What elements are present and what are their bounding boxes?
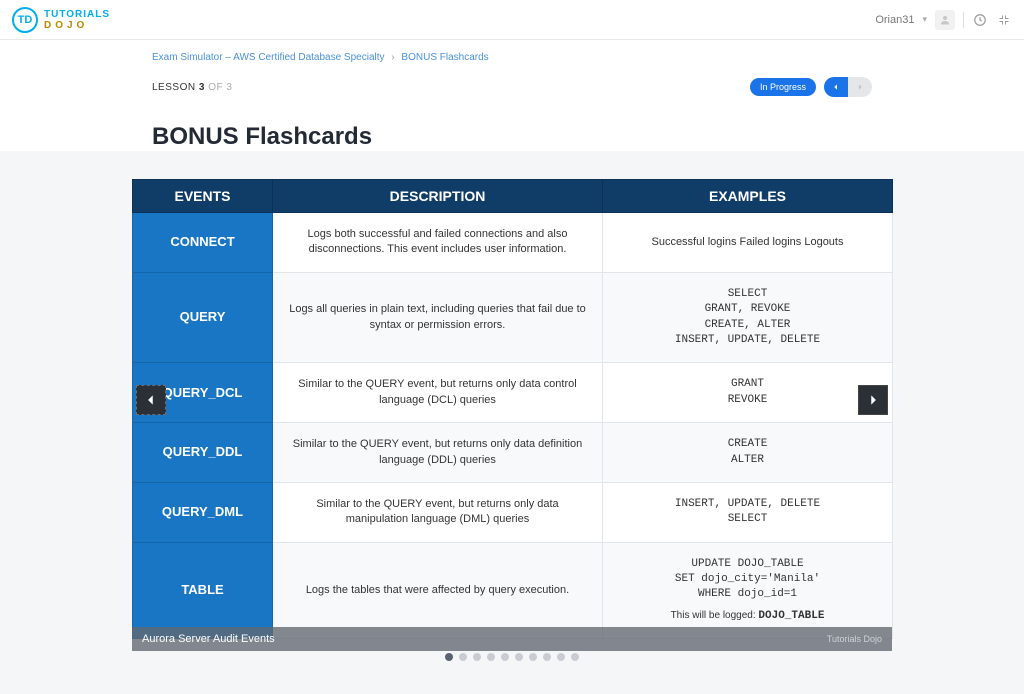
table-row: QUERY_DDLSimilar to the QUERY event, but… xyxy=(133,423,893,483)
event-examples: GRANT REVOKE xyxy=(603,363,893,423)
table-row: QUERY_DCLSimilar to the QUERY event, but… xyxy=(133,363,893,423)
carousel-dot[interactable] xyxy=(459,653,467,661)
breadcrumb-parent[interactable]: Exam Simulator – AWS Certified Database … xyxy=(152,52,385,63)
event-description: Logs the tables that were affected by qu… xyxy=(273,542,603,639)
history-icon[interactable] xyxy=(972,12,988,28)
event-description: Similar to the QUERY event, but returns … xyxy=(273,423,603,483)
chevron-down-icon[interactable]: ▾ xyxy=(922,14,927,25)
carousel-prev-button[interactable] xyxy=(136,385,166,415)
page-title: BONUS Flashcards xyxy=(152,123,872,151)
event-description: Similar to the QUERY event, but returns … xyxy=(273,363,603,423)
col-examples: EXAMPLES xyxy=(603,180,893,213)
carousel-dot[interactable] xyxy=(501,653,509,661)
event-examples: CREATE ALTER xyxy=(603,423,893,483)
lesson-nav xyxy=(824,77,872,97)
event-examples: UPDATE DOJO_TABLE SET dojo_city='Manila'… xyxy=(603,542,893,639)
table-row: TABLELogs the tables that were affected … xyxy=(133,542,893,639)
col-events: EVENTS xyxy=(133,180,273,213)
brand-logo[interactable]: TD TUTORIALS DOJO xyxy=(12,7,110,33)
table-row: CONNECTLogs both successful and failed c… xyxy=(133,213,893,273)
flashcard-caption: Aurora Server Audit Events Tutorials Doj… xyxy=(132,627,892,651)
event-description: Similar to the QUERY event, but returns … xyxy=(273,482,603,542)
events-table: EVENTS DESCRIPTION EXAMPLES CONNECTLogs … xyxy=(132,179,893,639)
event-name: QUERY_DDL xyxy=(133,423,273,483)
next-lesson-button xyxy=(848,77,872,97)
carousel-dot[interactable] xyxy=(473,653,481,661)
carousel-dot[interactable] xyxy=(557,653,565,661)
divider xyxy=(963,12,964,28)
logo-initials: TD xyxy=(12,7,38,33)
prev-lesson-button[interactable] xyxy=(824,77,848,97)
carousel-dot[interactable] xyxy=(529,653,537,661)
event-name: QUERY_DML xyxy=(133,482,273,542)
event-examples: INSERT, UPDATE, DELETE SELECT xyxy=(603,482,893,542)
carousel-dot[interactable] xyxy=(487,653,495,661)
lesson-indicator: LESSON 3 OF 3 xyxy=(152,82,232,93)
event-name: QUERY xyxy=(133,272,273,363)
logo-line1: TUTORIALS xyxy=(44,9,110,20)
breadcrumb-current[interactable]: BONUS Flashcards xyxy=(401,52,488,63)
carousel-dot[interactable] xyxy=(445,653,453,661)
flashcard: EVENTS DESCRIPTION EXAMPLES CONNECTLogs … xyxy=(132,179,892,691)
carousel-dot[interactable] xyxy=(543,653,551,661)
table-row: QUERY_DMLSimilar to the QUERY event, but… xyxy=(133,482,893,542)
avatar[interactable] xyxy=(935,10,955,30)
breadcrumb: Exam Simulator – AWS Certified Database … xyxy=(152,40,872,67)
carousel-next-button[interactable] xyxy=(858,385,888,415)
shrink-icon[interactable] xyxy=(996,12,1012,28)
event-name: TABLE xyxy=(133,542,273,639)
event-examples: Successful logins Failed logins Logouts xyxy=(603,213,893,273)
carousel-dot[interactable] xyxy=(571,653,579,661)
event-description: Logs both successful and failed connecti… xyxy=(273,213,603,273)
event-name: CONNECT xyxy=(133,213,273,273)
table-row: QUERYLogs all queries in plain text, inc… xyxy=(133,272,893,363)
event-examples: SELECT GRANT, REVOKE CREATE, ALTER INSER… xyxy=(603,272,893,363)
username[interactable]: Orian31 xyxy=(875,14,914,26)
carousel-dot[interactable] xyxy=(515,653,523,661)
status-badge: In Progress xyxy=(750,78,816,96)
col-description: DESCRIPTION xyxy=(273,180,603,213)
logo-line2: DOJO xyxy=(44,20,110,31)
event-description: Logs all queries in plain text, includin… xyxy=(273,272,603,363)
